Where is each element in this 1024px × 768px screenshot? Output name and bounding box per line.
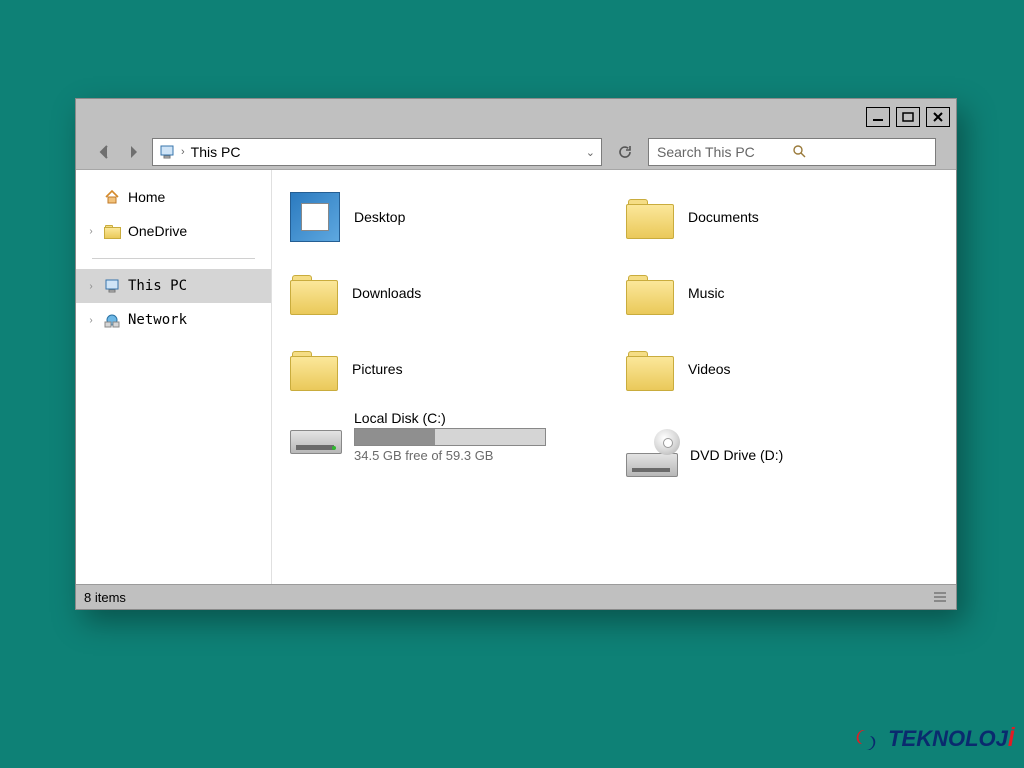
content-area: Desktop Documents Downloads Music Pictur… (272, 170, 956, 584)
sidebar-item-label: Network (128, 312, 187, 328)
sidebar-item-network[interactable]: › Network (76, 303, 271, 337)
home-icon (104, 189, 120, 205)
minimize-button[interactable] (866, 107, 890, 127)
item-label: Local Disk (C:) (354, 410, 546, 426)
search-input[interactable]: Search This PC (648, 138, 936, 166)
item-dvd-drive[interactable]: DVD Drive (D:) (626, 410, 938, 500)
pc-icon (159, 144, 175, 160)
explorer-window: › This PC ⌄ Search This PC (75, 98, 957, 610)
item-downloads[interactable]: Downloads (290, 258, 602, 328)
status-text: 8 items (84, 590, 126, 605)
disk-drive-icon (290, 414, 340, 454)
watermark-logo: TEKNOLOJİ (852, 726, 1014, 754)
sidebar-item-label: This PC (128, 278, 187, 294)
folder-icon (290, 269, 338, 317)
search-placeholder: Search This PC (657, 144, 792, 160)
address-bar[interactable]: › This PC ⌄ (152, 138, 602, 166)
maximize-button[interactable] (896, 107, 920, 127)
window-body: Home › OneDrive › This PC › (76, 169, 956, 584)
expand-icon[interactable]: › (86, 315, 96, 326)
disk-usage-text: 34.5 GB free of 59.3 GB (354, 448, 546, 463)
item-label: Desktop (354, 209, 405, 225)
status-bar: 8 items (76, 584, 956, 609)
desktop-icon (290, 192, 340, 242)
back-button[interactable] (96, 143, 114, 161)
titlebar (76, 99, 956, 135)
item-label: DVD Drive (D:) (690, 447, 783, 463)
sidebar-item-onedrive[interactable]: › OneDrive (76, 214, 271, 248)
item-label: Documents (688, 209, 759, 225)
sidebar-divider (92, 258, 255, 259)
sidebar-item-label: OneDrive (128, 223, 187, 239)
desktop-background: › This PC ⌄ Search This PC (0, 0, 1024, 768)
item-videos[interactable]: Videos (626, 334, 938, 404)
forward-button[interactable] (124, 143, 142, 161)
folder-icon (626, 193, 674, 241)
sidebar-item-home[interactable]: Home (76, 180, 271, 214)
expand-icon[interactable]: › (86, 281, 96, 292)
item-pictures[interactable]: Pictures (290, 334, 602, 404)
folder-icon (104, 223, 120, 239)
breadcrumb-separator-icon: › (181, 146, 185, 158)
sidebar-item-label: Home (128, 189, 165, 205)
item-label: Pictures (352, 361, 403, 377)
sidebar: Home › OneDrive › This PC › (76, 170, 272, 584)
item-label: Videos (688, 361, 731, 377)
item-documents[interactable]: Documents (626, 182, 938, 252)
address-location: This PC (191, 144, 241, 160)
expand-icon[interactable]: › (86, 226, 96, 237)
address-dropdown-icon[interactable]: ⌄ (586, 146, 595, 159)
dvd-drive-icon (626, 437, 676, 477)
folder-icon (626, 345, 674, 393)
watermark-text: TEKNOLOJ (888, 726, 1008, 751)
refresh-button[interactable] (612, 139, 638, 165)
item-desktop[interactable]: Desktop (290, 182, 602, 252)
folder-icon (290, 345, 338, 393)
folder-icon (626, 269, 674, 317)
item-label: Downloads (352, 285, 421, 301)
details-view-icon[interactable] (932, 589, 948, 605)
pc-icon (104, 278, 120, 294)
search-icon (792, 144, 927, 161)
item-music[interactable]: Music (626, 258, 938, 328)
disk-usage-bar (354, 428, 546, 446)
item-label: Music (688, 285, 725, 301)
item-local-disk[interactable]: Local Disk (C:) 34.5 GB free of 59.3 GB (290, 410, 602, 500)
sidebar-item-this-pc[interactable]: › This PC (76, 269, 271, 303)
toolbar: › This PC ⌄ Search This PC (76, 135, 956, 169)
close-button[interactable] (926, 107, 950, 127)
network-icon (104, 312, 120, 328)
